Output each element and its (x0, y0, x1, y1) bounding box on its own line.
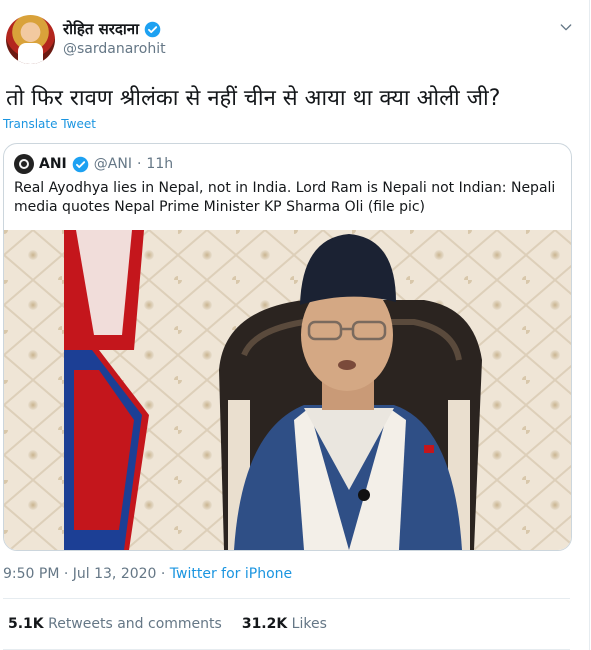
retweets-stat[interactable]: 5.1K Retweets and comments (8, 616, 222, 632)
tweet-header: रोहित सरदाना @sardanarohit (6, 15, 576, 65)
tweet-source-link[interactable]: Twitter for iPhone (170, 566, 292, 582)
likes-label: Likes (291, 616, 327, 632)
chevron-down-icon[interactable] (558, 19, 574, 35)
quoted-avatar (14, 154, 34, 174)
retweets-label: Retweets and comments (48, 616, 222, 632)
author-name-line[interactable]: रोहित सरदाना (63, 19, 161, 39)
likes-count: 31.2K (241, 616, 288, 632)
author-avatar[interactable] (6, 15, 55, 64)
tweet-text: तो फिर रावण श्रीलंका से नहीं चीन से आया … (6, 86, 501, 111)
translate-tweet-link[interactable]: Translate Tweet (3, 117, 96, 131)
quoted-tweet-header: ANI @ANI · 11h (14, 154, 173, 174)
author-handle[interactable]: @sardanarohit (63, 41, 166, 57)
tweet-timestamp: 9:50 PM · Jul 13, 2020 · Twitter for iPh… (3, 566, 292, 582)
tweet-stats: 5.1K Retweets and comments 31.2K Likes (8, 616, 327, 632)
likes-stat[interactable]: 31.2K Likes (242, 616, 327, 632)
quoted-author-name: ANI (39, 156, 67, 172)
author-display-name[interactable]: रोहित सरदाना (63, 19, 139, 39)
quoted-tweet[interactable]: ANI @ANI · 11h Real Ayodhya lies in Nepa… (3, 143, 572, 551)
tweet-card: रोहित सरदाना @sardanarohit तो फिर रावण श… (0, 0, 590, 650)
divider (3, 598, 570, 599)
quoted-tweet-photo[interactable] (4, 230, 571, 550)
quoted-author-handle: @ANI (93, 156, 132, 172)
retweets-count: 5.1K (8, 616, 44, 632)
tweet-time[interactable]: 9:50 PM · Jul 13, 2020 · (3, 566, 170, 582)
quoted-tweet-age: 11h (146, 156, 174, 172)
verified-badge-icon (72, 156, 89, 172)
quoted-separator: · (136, 156, 142, 172)
verified-badge-icon (144, 21, 161, 37)
quoted-tweet-text: Real Ayodhya lies in Nepal, not in India… (14, 180, 556, 215)
